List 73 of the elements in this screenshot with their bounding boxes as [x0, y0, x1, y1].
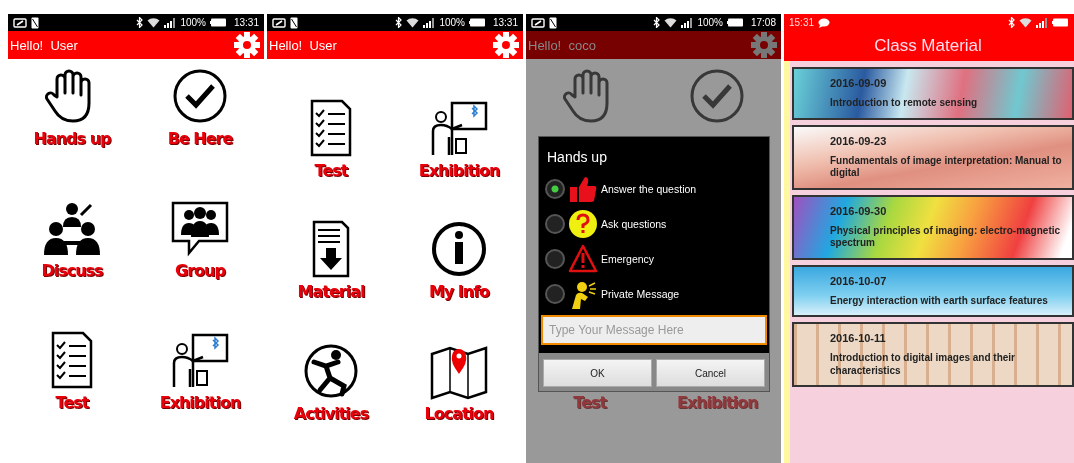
status-time: 17:08	[750, 17, 776, 28]
menu-label[interactable]: Discuss	[41, 261, 103, 280]
menu-label[interactable]: Exhibition	[418, 161, 500, 180]
radio-button[interactable]	[545, 248, 565, 269]
card-date: 2016-10-11	[830, 332, 887, 344]
material-card[interactable]: 2016-10-07 Energy interaction with earth surface features	[792, 264, 1074, 317]
menu-label[interactable]: My Info	[428, 282, 490, 302]
status-time: 13:31	[492, 17, 518, 28]
bluetooth-icon	[136, 17, 144, 28]
app-bar-title: Hello! coco	[528, 37, 596, 53]
battery-percent: 100%	[439, 17, 465, 28]
radio-button[interactable]	[545, 178, 565, 199]
dialog-button[interactable]: Cancel	[656, 359, 765, 387]
radio-button[interactable]	[545, 213, 565, 234]
menu-label[interactable]: Activities	[293, 403, 369, 423]
bluetooth-icon	[1008, 17, 1015, 28]
card-date: 2016-09-23	[830, 134, 888, 147]
menu-label[interactable]: Test	[55, 393, 89, 412]
card-date: 2016-10-07	[830, 274, 888, 287]
option-label[interactable]: Emergency	[601, 252, 655, 265]
bluetooth-icon	[653, 17, 661, 28]
radio-button[interactable]	[545, 283, 565, 304]
signal-icon	[164, 17, 177, 28]
wifi-icon	[1019, 17, 1032, 28]
battery-percent: 100%	[697, 17, 723, 28]
menu-label[interactable]: Group	[175, 261, 225, 280]
menu-label[interactable]: Material	[297, 282, 365, 302]
bluetooth-icon	[395, 17, 403, 28]
menu-label[interactable]: Test	[573, 393, 607, 412]
menu-label[interactable]: Exhibition	[676, 393, 758, 412]
speech-bubble-icon[interactable]	[169, 199, 231, 257]
battery-icon	[726, 18, 744, 27]
wifi-icon	[406, 17, 420, 28]
battery-saver-icon	[13, 17, 27, 28]
menu-label[interactable]: Location	[424, 403, 494, 423]
option-label[interactable]: Answer the question	[601, 182, 697, 195]
settings-icon[interactable]	[234, 32, 260, 58]
card-date: 2016-09-09	[830, 77, 888, 89]
app-bar-title: Hello! User	[10, 37, 78, 53]
chat-bubble-icon	[818, 17, 831, 28]
signal-icon	[423, 17, 436, 28]
menu-label[interactable]: Exhibition	[159, 393, 241, 412]
dialog-button[interactable]: OK	[543, 359, 652, 387]
app-bar-title: Hello! User	[269, 37, 337, 53]
menu-label[interactable]: Be Here	[167, 129, 233, 148]
question-icon	[568, 208, 598, 239]
status-time: 15:31	[789, 17, 815, 28]
card-title: Energy interaction with earth surface features	[830, 294, 1049, 307]
battery-saver-icon	[272, 17, 286, 28]
warning-icon	[568, 243, 598, 274]
app-bar-title: Class Material	[874, 36, 982, 56]
dialog-title: Hands up	[546, 148, 608, 167]
status-time: 13:31	[233, 17, 259, 28]
option-label[interactable]: Private Message	[601, 287, 680, 300]
battery-icon	[209, 18, 227, 27]
option-label[interactable]: Ask questions	[601, 217, 667, 230]
battery-icon	[468, 18, 486, 27]
material-card[interactable]: 2016-10-11 Introduction to digital images and their characteristics	[792, 322, 1074, 387]
battery-saver-icon	[531, 17, 545, 28]
card-title: Introduction to digital images and their characteristics	[830, 352, 1016, 377]
settings-icon[interactable]	[493, 32, 519, 58]
signal-icon	[1036, 17, 1048, 28]
settings-icon[interactable]	[751, 32, 777, 58]
battery-percent: 100%	[180, 17, 206, 28]
battery-icon	[1052, 18, 1069, 27]
wifi-icon	[664, 17, 678, 28]
signal-icon	[681, 17, 694, 28]
material-card[interactable]: 2016-09-23 Fundamentals of image interpretation: Manual to digital	[792, 124, 1074, 190]
menu-label[interactable]: Test	[314, 161, 348, 180]
menu-label[interactable]: Hands up	[33, 129, 111, 148]
message-input[interactable]: Type Your Message Here	[541, 315, 767, 345]
wifi-icon	[147, 17, 161, 28]
card-title: Fundamentals of image interpretation: Manual to digital	[830, 154, 1062, 180]
